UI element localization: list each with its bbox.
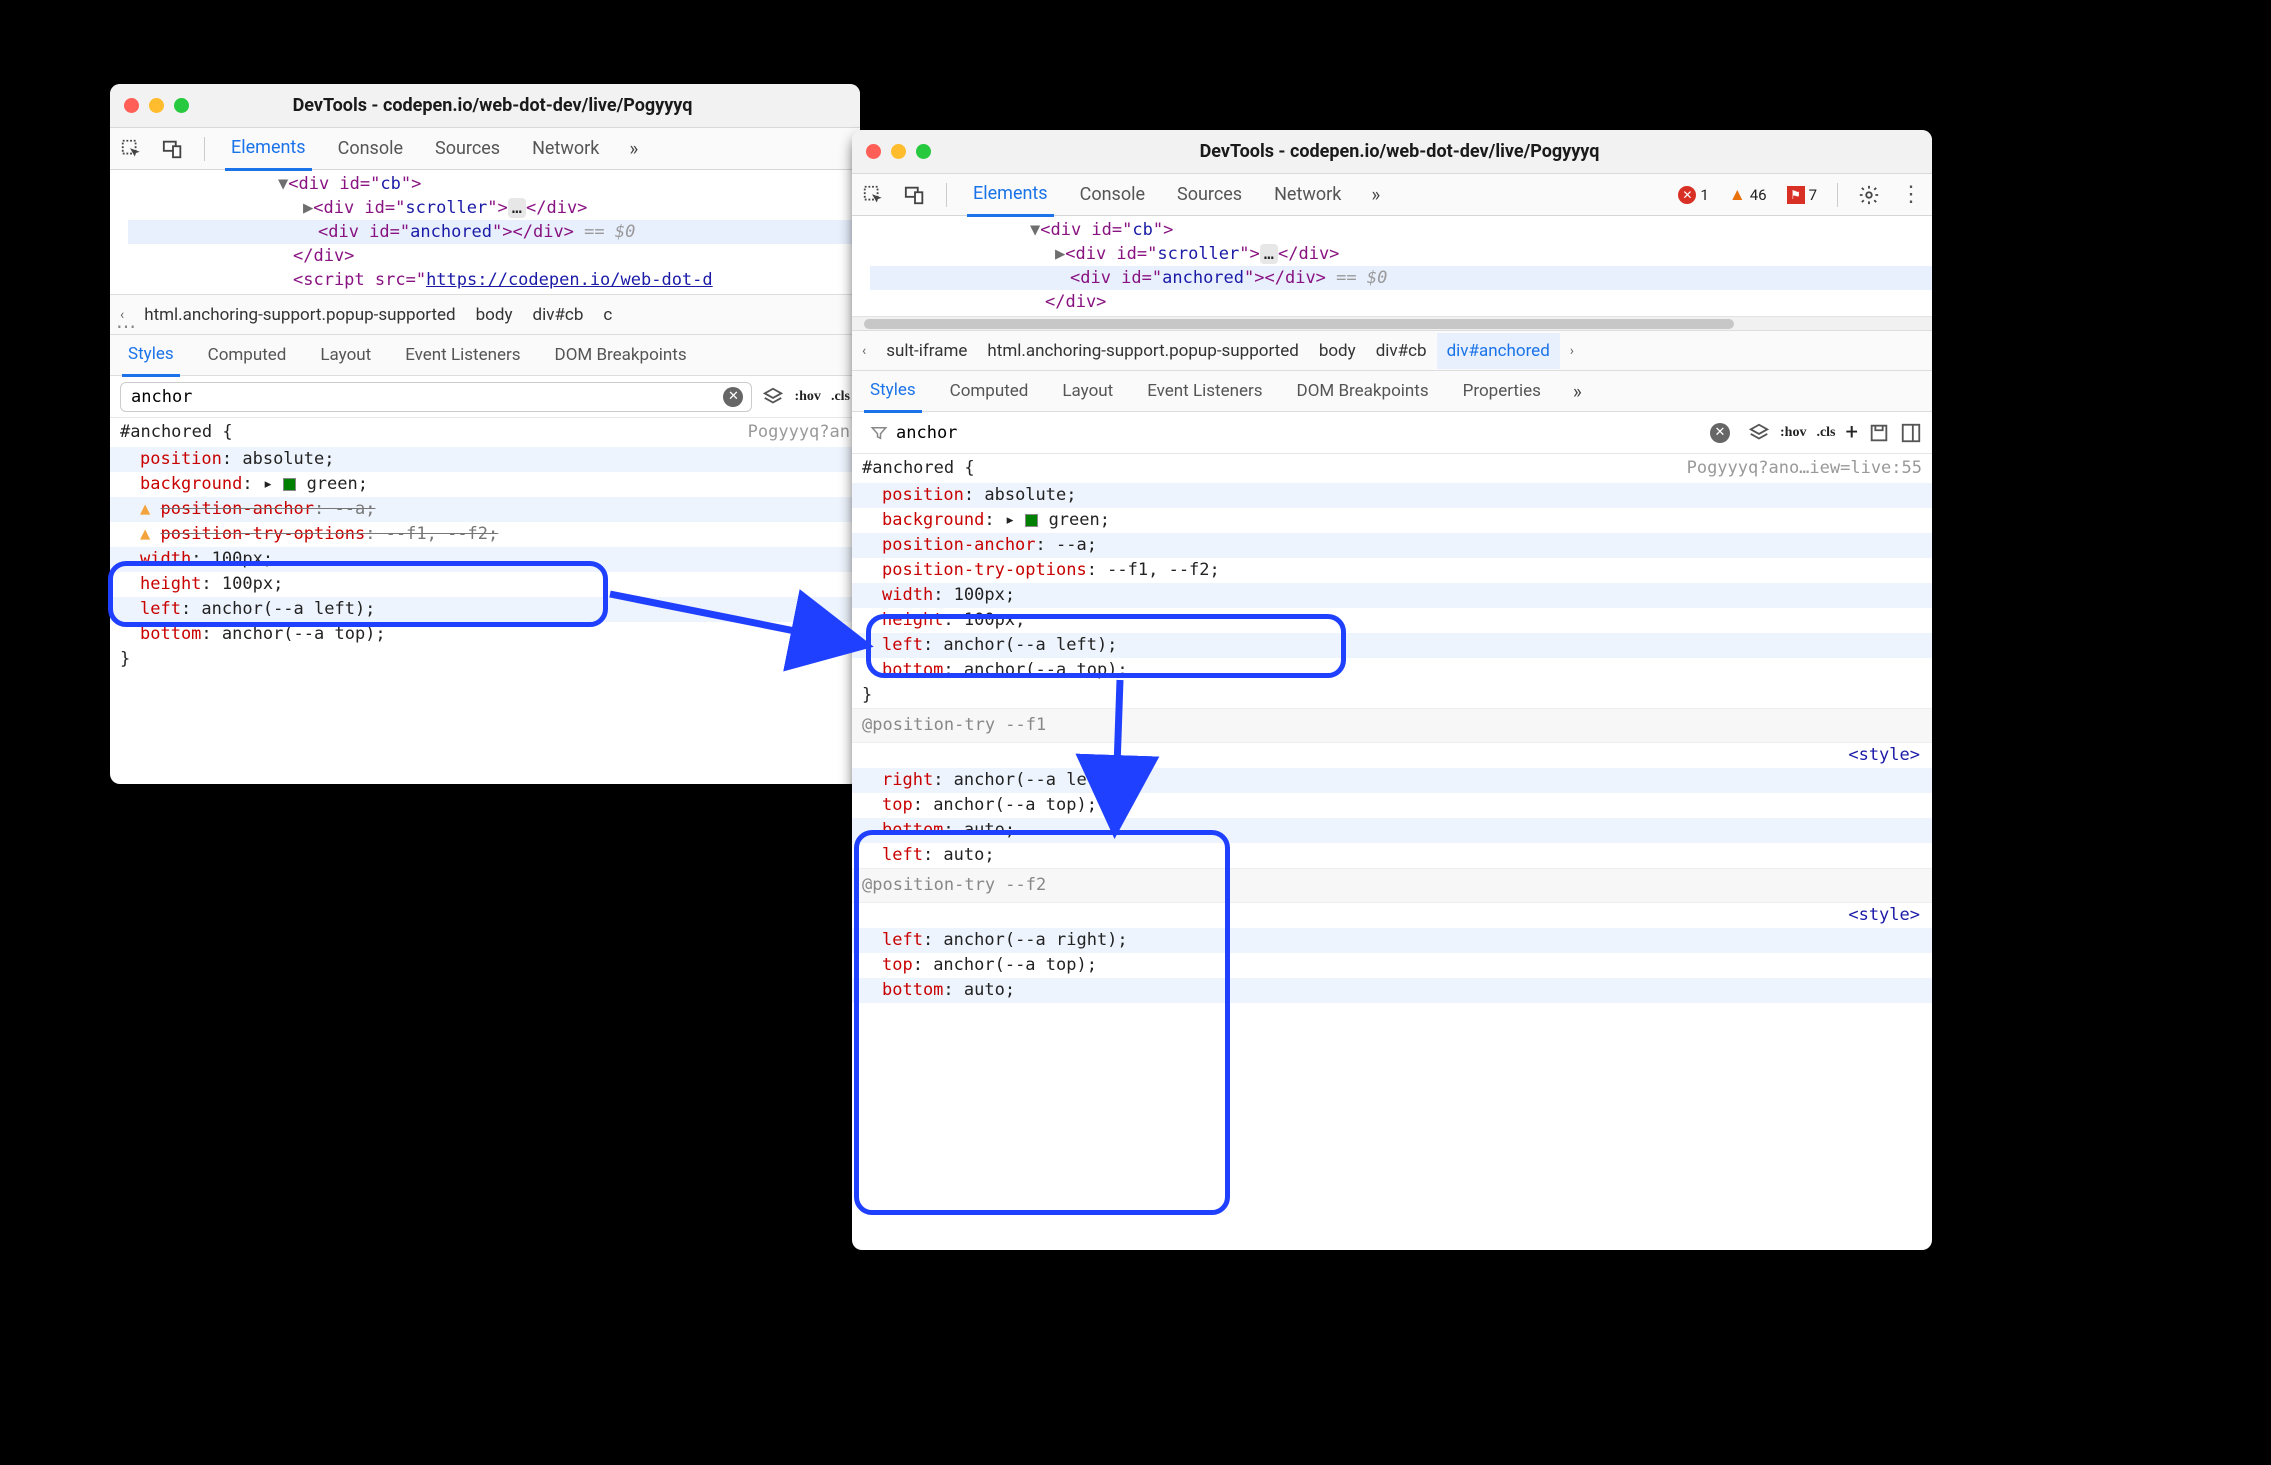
tab-sources[interactable]: Sources <box>429 128 506 169</box>
color-swatch-icon[interactable] <box>283 478 296 491</box>
devtools-window-before: DevTools - codepen.io/web-dot-dev/live/P… <box>110 84 860 784</box>
selected-node[interactable]: <div id="anchored"></div> == $0 <box>870 266 1932 290</box>
subtab-computed[interactable]: Computed <box>202 335 293 375</box>
css-selector[interactable]: #anchored { <box>120 420 233 445</box>
subtab-dom-breakpoints[interactable]: DOM Breakpoints <box>1291 371 1435 411</box>
more-tabs-icon[interactable]: » <box>1367 183 1384 206</box>
subtab-event-listeners[interactable]: Event Listeners <box>399 335 526 375</box>
styles-pane[interactable]: #anchored {Pogyyyq?an position: absolute… <box>110 418 860 672</box>
inspect-icon[interactable] <box>862 184 884 206</box>
new-rule-icon[interactable]: + <box>1846 420 1858 445</box>
filter-icon <box>870 424 888 442</box>
tab-console[interactable]: Console <box>332 128 409 169</box>
tab-network[interactable]: Network <box>1268 174 1347 215</box>
device-toggle-icon[interactable] <box>904 184 926 206</box>
ellipsis-icon: ⋯ <box>116 314 138 338</box>
close-brace: } <box>110 647 860 672</box>
filter-input[interactable]: ✕ <box>862 418 1738 448</box>
inspect-icon[interactable] <box>120 138 142 160</box>
clear-filter-icon[interactable]: ✕ <box>1710 423 1730 443</box>
layers-icon[interactable] <box>762 386 784 408</box>
subtab-event-listeners[interactable]: Event Listeners <box>1141 371 1268 411</box>
tab-network[interactable]: Network <box>526 128 605 169</box>
filter-text[interactable] <box>129 386 717 408</box>
horizontal-scrollbar[interactable] <box>852 316 1932 330</box>
styles-tabbar: Styles Computed Layout Event Listeners D… <box>110 334 860 376</box>
layers-icon[interactable] <box>1748 422 1770 444</box>
errors-badge[interactable]: ✕1 <box>1678 186 1708 204</box>
computed-panel-icon[interactable] <box>1900 422 1922 444</box>
device-toggle-icon[interactable] <box>162 138 184 160</box>
elements-tree[interactable]: ▼<div id="cb"> ▶<div id="scroller">…</di… <box>110 170 860 294</box>
hov-button[interactable]: :hov <box>794 389 820 405</box>
styles-tabbar: Styles Computed Layout Event Listeners D… <box>852 370 1932 412</box>
hov-button[interactable]: :hov <box>1780 425 1806 441</box>
tab-sources[interactable]: Sources <box>1171 174 1248 215</box>
breadcrumb[interactable]: ‹ html.anchoring-support.popup-supported… <box>110 294 860 334</box>
devtools-window-after: DevTools - codepen.io/web-dot-dev/live/P… <box>852 130 1932 1250</box>
source-link[interactable]: Pogyyyq?an <box>748 420 850 445</box>
breadcrumb[interactable]: ‹ sult-iframe html.anchoring-support.pop… <box>852 330 1932 370</box>
subtab-layout[interactable]: Layout <box>314 335 377 375</box>
selected-node[interactable]: <div id="anchored"></div> == $0 <box>128 220 860 244</box>
cls-button[interactable]: .cls <box>831 389 850 405</box>
titlebar[interactable]: DevTools - codepen.io/web-dot-dev/live/P… <box>852 130 1932 174</box>
css-selector[interactable]: #anchored { <box>862 456 975 481</box>
more-tabs-icon[interactable]: » <box>625 137 642 160</box>
filter-text[interactable] <box>894 422 1704 444</box>
more-subtabs-icon[interactable]: » <box>1569 380 1586 403</box>
subtab-properties[interactable]: Properties <box>1457 371 1547 411</box>
chevron-left-icon[interactable]: ‹ <box>852 343 876 359</box>
close-brace: } <box>852 683 1932 708</box>
warning-icon: ▲ <box>140 499 150 519</box>
main-toolbar: Elements Console Sources Network » <box>110 128 860 170</box>
maximize-icon[interactable] <box>916 144 931 159</box>
style-source-link[interactable]: <style> <box>852 903 1932 928</box>
style-source-link[interactable]: <style> <box>852 743 1932 768</box>
issues-badge[interactable]: ⚑7 <box>1787 186 1817 204</box>
cls-button[interactable]: .cls <box>1816 425 1835 441</box>
close-icon[interactable] <box>124 98 139 113</box>
styles-pane[interactable]: #anchored {Pogyyyq?ano…iew=live:55 posit… <box>852 454 1932 1003</box>
color-swatch-icon[interactable] <box>1025 514 1038 527</box>
subtab-styles[interactable]: Styles <box>122 334 180 377</box>
main-toolbar: Elements Console Sources Network » ✕1 ▲4… <box>852 174 1932 216</box>
clear-filter-icon[interactable]: ✕ <box>723 387 743 407</box>
subtab-styles[interactable]: Styles <box>864 370 922 413</box>
subtab-computed[interactable]: Computed <box>944 371 1035 411</box>
position-try-header[interactable]: @position-try --f2 <box>852 868 1932 903</box>
window-title: DevTools - codepen.io/web-dot-dev/live/P… <box>931 141 1868 162</box>
tab-elements[interactable]: Elements <box>967 173 1054 217</box>
filter-input[interactable]: ✕ <box>120 382 752 412</box>
tab-console[interactable]: Console <box>1074 174 1151 215</box>
kebab-icon[interactable]: ⋮ <box>1900 182 1922 207</box>
close-icon[interactable] <box>866 144 881 159</box>
elements-tree[interactable]: ▼<div id="cb"> ▶<div id="scroller">…</di… <box>852 216 1932 316</box>
source-link[interactable]: Pogyyyq?ano…iew=live:55 <box>1687 456 1922 481</box>
gear-icon[interactable] <box>1858 184 1880 206</box>
titlebar[interactable]: DevTools - codepen.io/web-dot-dev/live/P… <box>110 84 860 128</box>
minimize-icon[interactable] <box>149 98 164 113</box>
maximize-icon[interactable] <box>174 98 189 113</box>
warning-icon: ▲ <box>140 524 150 544</box>
warnings-badge[interactable]: ▲46 <box>1729 185 1767 205</box>
minimize-icon[interactable] <box>891 144 906 159</box>
filter-row: ✕ :hov .cls + <box>852 412 1932 454</box>
subtab-layout[interactable]: Layout <box>1056 371 1119 411</box>
position-try-header[interactable]: @position-try --f1 <box>852 708 1932 743</box>
subtab-dom-breakpoints[interactable]: DOM Breakpoints <box>549 335 693 375</box>
filter-row: ✕ :hov .cls <box>110 376 860 418</box>
window-title: DevTools - codepen.io/web-dot-dev/live/P… <box>189 95 796 116</box>
chevron-right-icon[interactable]: › <box>1560 343 1584 359</box>
tab-elements[interactable]: Elements <box>225 127 312 171</box>
save-icon[interactable] <box>1868 422 1890 444</box>
